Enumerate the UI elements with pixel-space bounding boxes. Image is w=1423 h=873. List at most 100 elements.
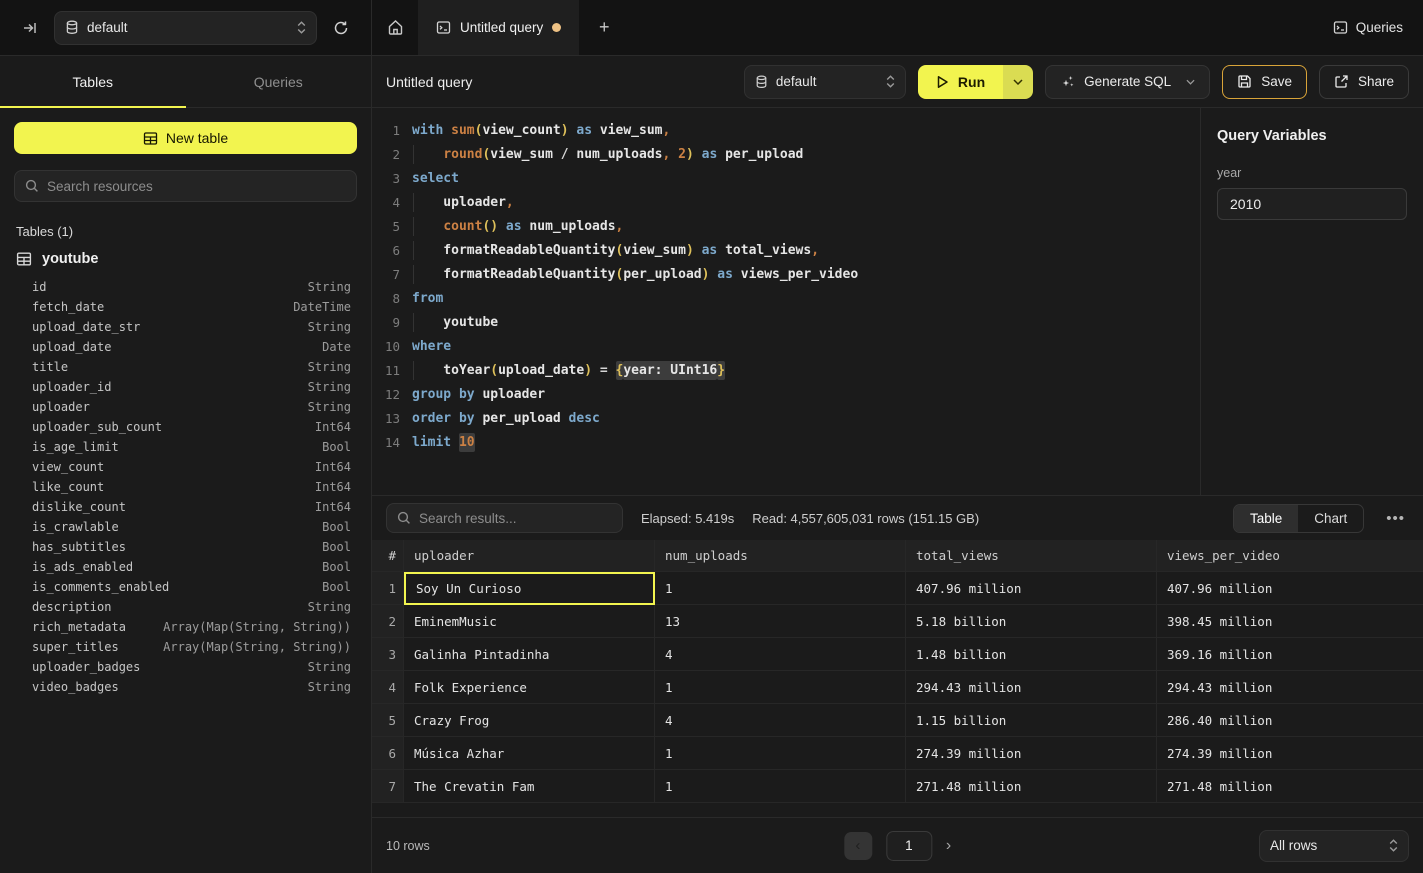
table-column[interactable]: descriptionString <box>14 597 357 617</box>
table-column[interactable]: fetch_dateDateTime <box>14 297 357 317</box>
data-cell[interactable]: Música Azhar <box>404 737 655 770</box>
sidebar-tabs: Tables Queries <box>0 56 371 108</box>
table-column[interactable]: super_titlesArray(Map(String, String)) <box>14 637 357 657</box>
data-cell[interactable]: 4 <box>655 638 906 671</box>
data-cell[interactable]: 294.43 million <box>1157 671 1423 704</box>
results-header-cell[interactable]: views_per_video <box>1157 540 1423 572</box>
table-column[interactable]: video_badgesString <box>14 677 357 697</box>
data-cell[interactable]: 274.39 million <box>906 737 1157 770</box>
data-cell[interactable]: 1 <box>655 770 906 803</box>
data-cell[interactable]: Galinha Pintadinha <box>404 638 655 671</box>
editor-line: 9 youtube <box>372 310 1200 334</box>
column-name: video_badges <box>32 680 119 694</box>
data-cell[interactable]: 369.16 million <box>1157 638 1423 671</box>
sql-console-app: default Untitled query + <box>0 0 1423 873</box>
generate-sql-button[interactable]: Generate SQL <box>1045 65 1210 99</box>
prev-page-button[interactable]: ‹ <box>844 832 872 860</box>
table-column[interactable]: titleString <box>14 357 357 377</box>
data-cell[interactable]: 286.40 million <box>1157 704 1423 737</box>
run-options-button[interactable] <box>1003 65 1033 99</box>
view-toggle-chart[interactable]: Chart <box>1298 505 1363 532</box>
toolbar-database-selector[interactable]: default <box>744 65 906 99</box>
results-more-button[interactable]: ••• <box>1382 510 1409 527</box>
data-cell[interactable]: 398.45 million <box>1157 605 1423 638</box>
table-column[interactable]: upload_dateDate <box>14 337 357 357</box>
row-number-cell: 1 <box>372 572 404 605</box>
table-column[interactable]: like_countInt64 <box>14 477 357 497</box>
home-icon[interactable] <box>372 0 418 55</box>
results-header-cell[interactable]: # <box>372 540 404 572</box>
table-row: 5Crazy Frog41.15 billion286.40 million <box>372 704 1423 737</box>
collapse-sidebar-icon[interactable] <box>16 14 44 42</box>
save-button[interactable]: Save <box>1222 65 1307 99</box>
share-button[interactable]: Share <box>1319 65 1409 99</box>
new-tab-button[interactable]: + <box>579 0 629 55</box>
refresh-icon[interactable] <box>327 14 355 42</box>
table-column[interactable]: idString <box>14 277 357 297</box>
table-column[interactable]: uploader_badgesString <box>14 657 357 677</box>
table-column[interactable]: uploader_idString <box>14 377 357 397</box>
queries-button[interactable]: Queries <box>1333 20 1403 35</box>
pagination: ‹ 1 › <box>844 831 951 861</box>
table-entry-youtube[interactable]: youtube <box>16 251 357 267</box>
next-page-button[interactable]: › <box>946 837 951 855</box>
data-cell[interactable]: 13 <box>655 605 906 638</box>
tab-untitled-query[interactable]: Untitled query <box>418 0 579 55</box>
data-cell[interactable]: EminemMusic <box>404 605 655 638</box>
table-column[interactable]: uploader_sub_countInt64 <box>14 417 357 437</box>
data-cell[interactable]: 1.48 billion <box>906 638 1157 671</box>
data-cell[interactable]: Soy Un Curioso <box>404 572 655 605</box>
table-column[interactable]: is_comments_enabledBool <box>14 577 357 597</box>
results-header-cell[interactable]: total_views <box>906 540 1157 572</box>
column-name: fetch_date <box>32 300 104 314</box>
view-toggle-table[interactable]: Table <box>1234 505 1298 532</box>
line-number: 5 <box>372 219 400 234</box>
column-name: id <box>32 280 46 294</box>
column-type: Int64 <box>315 460 351 474</box>
table-column[interactable]: is_age_limitBool <box>14 437 357 457</box>
database-icon <box>755 75 768 89</box>
table-column[interactable]: is_ads_enabledBool <box>14 557 357 577</box>
sidebar-tab-tables[interactable]: Tables <box>0 56 186 107</box>
data-cell[interactable]: 407.96 million <box>906 572 1157 605</box>
table-name: youtube <box>42 251 98 267</box>
data-cell[interactable]: 407.96 million <box>1157 572 1423 605</box>
data-cell[interactable]: 274.39 million <box>1157 737 1423 770</box>
generate-sql-label: Generate SQL <box>1084 74 1171 89</box>
data-cell[interactable]: 5.18 billion <box>906 605 1157 638</box>
sidebar-tab-queries[interactable]: Queries <box>186 56 372 107</box>
data-cell[interactable]: Crazy Frog <box>404 704 655 737</box>
data-cell[interactable]: 294.43 million <box>906 671 1157 704</box>
data-cell[interactable]: 1 <box>655 671 906 704</box>
data-cell[interactable]: 1.15 billion <box>906 704 1157 737</box>
table-column[interactable]: dislike_countInt64 <box>14 497 357 517</box>
tab-strip: Untitled query + <box>372 0 1313 55</box>
table-column[interactable]: is_crawlableBool <box>14 517 357 537</box>
run-button[interactable]: Run <box>918 65 1003 99</box>
table-column[interactable]: uploaderString <box>14 397 357 417</box>
results-header-cell[interactable]: num_uploads <box>655 540 906 572</box>
data-cell[interactable]: 271.48 million <box>1157 770 1423 803</box>
data-cell[interactable]: 4 <box>655 704 906 737</box>
data-cell[interactable]: 1 <box>655 572 906 605</box>
resource-search-input[interactable] <box>47 179 346 194</box>
variable-year-input[interactable] <box>1217 188 1407 220</box>
table-row: 2EminemMusic135.18 billion398.45 million <box>372 605 1423 638</box>
data-cell[interactable]: 1 <box>655 737 906 770</box>
database-selector[interactable]: default <box>54 11 317 45</box>
table-column[interactable]: rich_metadataArray(Map(String, String)) <box>14 617 357 637</box>
sql-editor[interactable]: 1with sum(view_count) as view_sum,2 roun… <box>372 108 1200 495</box>
page-size-selector[interactable]: All rows <box>1259 830 1409 862</box>
current-page[interactable]: 1 <box>886 831 932 861</box>
data-cell[interactable]: Folk Experience <box>404 671 655 704</box>
table-column[interactable]: has_subtitlesBool <box>14 537 357 557</box>
results-header-cell[interactable]: uploader <box>404 540 655 572</box>
data-cell[interactable]: 271.48 million <box>906 770 1157 803</box>
data-cell[interactable]: The Crevatin Fam <box>404 770 655 803</box>
results-search-input[interactable] <box>419 511 612 526</box>
editor-line: 6 formatReadableQuantity(view_sum) as to… <box>372 238 1200 262</box>
table-column[interactable]: upload_date_strString <box>14 317 357 337</box>
tab-title: Untitled query <box>460 20 543 35</box>
new-table-button[interactable]: New table <box>14 122 357 154</box>
table-column[interactable]: view_countInt64 <box>14 457 357 477</box>
